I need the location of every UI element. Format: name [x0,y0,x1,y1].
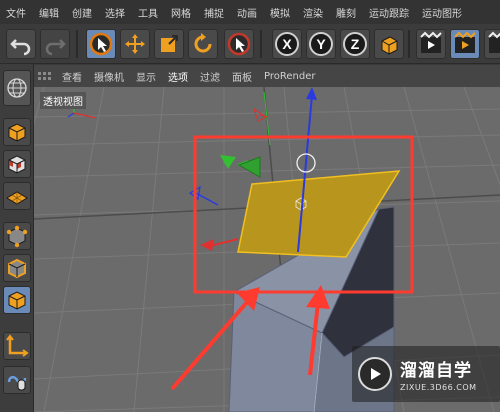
polygons-cube-icon [8,291,26,310]
menu-mesh[interactable]: 网格 [171,5,191,20]
live-select-button[interactable] [224,29,254,59]
menu-simulate[interactable]: 模拟 [270,5,290,20]
redo-button[interactable] [40,29,70,59]
svg-text:X: X [282,36,292,52]
menu-sculpt[interactable]: 雕刻 [336,5,356,20]
axis-y-button[interactable]: Y [306,29,336,59]
menu-motion-tracker[interactable]: 运动跟踪 [369,5,409,20]
tweak-mode-button[interactable] [3,366,31,394]
c4d-window: 文件 编辑 创建 选择 工具 网格 捕捉 动画 模拟 渲染 雕刻 运动跟踪 运动… [0,0,500,412]
polygons-mode-button[interactable] [3,286,31,314]
live-select-icon [227,32,251,56]
render-picture-viewer-button[interactable] [450,29,480,59]
coordinate-system-button[interactable] [374,29,404,59]
menu-file[interactable]: 文件 [6,5,26,20]
watermark-title: 溜溜自学 [400,361,472,381]
sphere-wire-icon [7,78,27,98]
watermark-logo-icon [358,357,392,391]
panel-grip-icon[interactable] [38,69,52,83]
menu-edit[interactable]: 编辑 [39,5,59,20]
svg-text:Z: Z [351,36,360,52]
toolbar-separator [408,30,410,58]
menu-animate[interactable]: 动画 [237,5,257,20]
move-icon [125,34,145,54]
select-cursor-icon [89,32,113,56]
axis-z-icon: Z [343,32,367,56]
render-picture-queue-icon [454,31,476,53]
rotate-icon [194,33,212,53]
model-mode-button[interactable] [3,118,31,146]
axis-corner-icon [6,334,29,357]
edges-cube-icon [8,258,26,279]
move-tool-button[interactable] [120,29,150,59]
axis-y-icon: Y [309,32,333,56]
main-toolbar: X Y Z [0,24,500,64]
checker-cube-icon [8,155,26,174]
menu-tools[interactable]: 工具 [138,5,158,20]
viewport-menu-filter[interactable]: 过滤 [200,69,220,84]
world-coordinates-icon [381,36,398,55]
mouse-tweak-icon [7,376,27,391]
workplane-mode-button[interactable] [3,182,31,210]
edges-mode-button[interactable] [3,254,31,282]
undo-button[interactable] [6,29,36,59]
viewport-menu-view[interactable]: 查看 [62,69,82,84]
scale-tool-button[interactable] [154,29,184,59]
points-cube-icon [6,225,28,248]
render-settings-icon [488,31,500,53]
undo-icon [10,39,31,56]
menu-render[interactable]: 渲染 [303,5,323,20]
axis-x-button[interactable]: X [272,29,302,59]
render-view-button[interactable] [416,29,446,59]
axis-x-icon: X [275,32,299,56]
main-menu-bar: 文件 编辑 创建 选择 工具 网格 捕捉 动画 模拟 渲染 雕刻 运动跟踪 运动… [0,0,500,24]
menu-create[interactable]: 创建 [72,5,92,20]
watermark: 溜溜自学 ZIXUE.3D66.COM [352,346,500,402]
select-tool-button[interactable] [86,29,116,59]
left-tool-palette [0,64,34,412]
viewport-menu-display[interactable]: 显示 [136,69,156,84]
points-mode-button[interactable] [3,222,31,250]
viewport-menu-bar: 查看 摄像机 显示 选项 过滤 面板 ProRender [34,65,500,87]
axis-z-button[interactable]: Z [340,29,370,59]
grid-plane-icon [6,191,28,205]
cube-model-icon [8,123,26,142]
viewport-menu-panel[interactable]: 面板 [232,69,252,84]
svg-text:Y: Y [316,36,326,52]
viewport-menu-options[interactable]: 选项 [168,69,188,84]
scale-icon [161,35,178,52]
viewport-menu-prorender[interactable]: ProRender [264,71,315,82]
viewport-label: 透视视图 [40,92,86,109]
menu-select[interactable]: 选择 [105,5,125,20]
rotate-tool-button[interactable] [188,29,218,59]
render-settings-button[interactable] [484,29,500,59]
menu-snap[interactable]: 捕捉 [204,5,224,20]
menu-mograph[interactable]: 运动图形 [422,5,462,20]
redo-icon [45,39,66,56]
toolbar-separator [76,30,78,58]
viewport-menu-cameras[interactable]: 摄像机 [94,69,124,84]
texture-mode-button[interactable] [3,150,31,178]
toolbar-separator [260,30,262,58]
render-view-icon [420,31,442,53]
watermark-subtitle: ZIXUE.3D66.COM [400,383,477,392]
enable-axis-button[interactable] [3,332,31,360]
make-editable-button[interactable] [3,70,31,106]
